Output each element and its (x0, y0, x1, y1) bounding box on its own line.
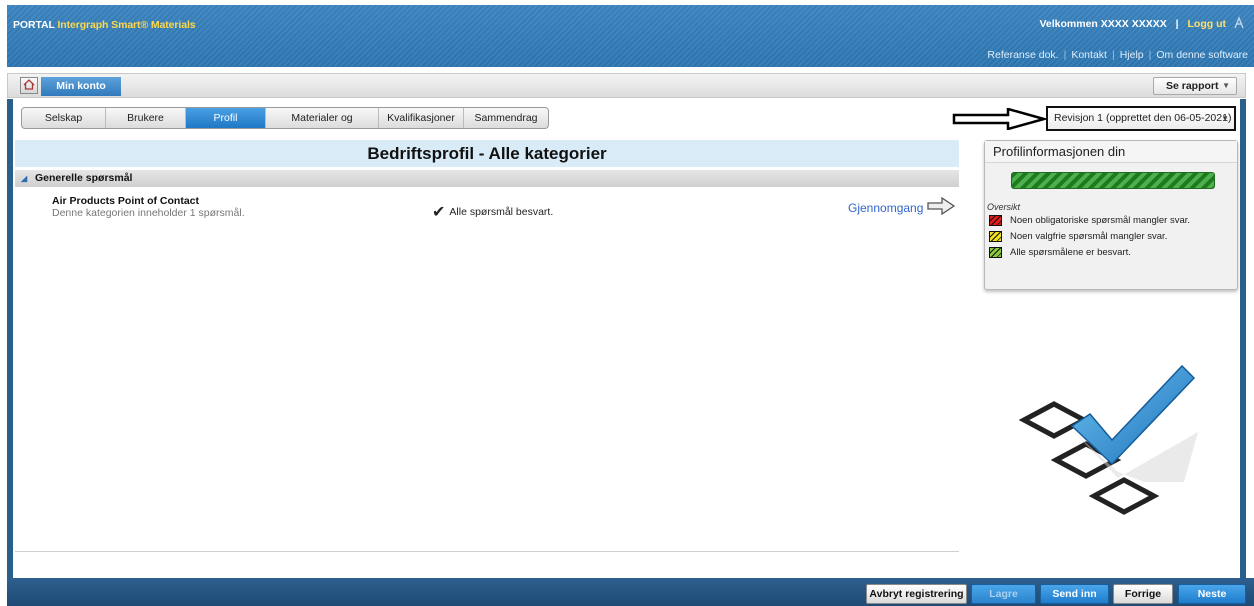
revision-selected: Revisjon 1 (opprettet den 06-05-2021) (1054, 112, 1232, 124)
legend-label: Noen valgfrie spørsmål mangler svar. (1010, 231, 1168, 242)
settings-icon[interactable] (1232, 16, 1246, 30)
link-help[interactable]: Hjelp (1120, 49, 1144, 61)
logout-link[interactable]: Logg ut (1188, 18, 1226, 30)
yellow-status-icon (989, 231, 1002, 242)
account-bar: Min konto Se rapport ▼ (7, 73, 1246, 98)
link-separator: | (1111, 49, 1115, 61)
link-separator: | (1063, 49, 1067, 61)
step-profile[interactable]: Profil (186, 108, 266, 128)
category-title: Air Products Point of Contact (52, 195, 199, 207)
chevron-down-icon: ▼ (1222, 81, 1230, 90)
panel-title: Profilinformasjonen din (985, 141, 1237, 163)
list-item: Air Products Point of Contact Denne kate… (15, 192, 959, 222)
status-text: Alle spørsmål besvart. (449, 206, 554, 218)
collapse-triangle-icon: ◢ (21, 174, 28, 183)
cancel-registration-button[interactable]: Avbryt registrering (866, 584, 967, 604)
link-reference-docs[interactable]: Referanse dok. (987, 49, 1058, 61)
top-header: PORTAL Intergraph Smart® Materials Velko… (7, 5, 1254, 67)
welcome-area: Velkommen XXXX XXXXX | Logg ut (1039, 18, 1226, 30)
step-summary[interactable]: Sammendrag (464, 108, 548, 128)
green-status-icon (989, 247, 1002, 258)
link-about-software[interactable]: Om denne software (1156, 49, 1248, 61)
next-button[interactable]: Neste (1178, 584, 1246, 604)
section-header[interactable]: ◢ Generelle spørsmål (15, 170, 959, 187)
legend-item-all-answered: Alle spørsmålene er besvart. (989, 246, 1131, 259)
revision-select[interactable]: Revisjon 1 (opprettet den 06-05-2021) ▼ (1046, 106, 1236, 131)
see-report-label: Se rapport (1166, 80, 1219, 92)
divider (15, 551, 959, 552)
breadcrumb: Selskap Brukere Profil Materialer og tje… (21, 107, 549, 129)
submit-button[interactable]: Send inn (1040, 584, 1109, 604)
step-users[interactable]: Brukere (106, 108, 186, 128)
previous-button[interactable]: Forrige (1113, 584, 1173, 604)
link-contact[interactable]: Kontakt (1071, 49, 1107, 61)
review-link[interactable]: Gjennomgang (848, 201, 923, 215)
top-links: Referanse dok. | Kontakt | Hjelp | Om denne so… (987, 49, 1248, 61)
profile-progress-bar (1011, 172, 1215, 189)
page-title: Bedriftsprofil - Alle kategorier (15, 140, 959, 167)
brand: PORTAL Intergraph Smart® Materials (13, 19, 196, 31)
category-subtitle: Denne kategorien inneholder 1 spørsmål. (52, 207, 245, 219)
step-materials-services[interactable]: Materialer og tjenester (266, 108, 379, 128)
link-separator: | (1148, 49, 1152, 61)
chevron-down-icon: ▼ (1221, 114, 1229, 123)
tab-my-account[interactable]: Min konto (41, 77, 121, 96)
checklist-icon (1018, 364, 1198, 515)
see-report-button[interactable]: Se rapport ▼ (1153, 77, 1237, 95)
red-status-icon (989, 215, 1002, 226)
save-button[interactable]: Lagre (971, 584, 1036, 604)
section-title: Generelle spørsmål (35, 172, 133, 184)
home-icon[interactable] (20, 77, 38, 94)
brand-product: Intergraph Smart® Materials (57, 19, 196, 31)
welcome-separator: | (1175, 18, 1179, 30)
checkmark-icon: ✔ (432, 204, 446, 221)
legend-label: Alle spørsmålene er besvart. (1010, 247, 1131, 258)
overview-label: Oversikt (987, 202, 1021, 212)
legend-item-missing-required: Noen obligatoriske spørsmål mangler svar… (989, 214, 1190, 227)
category-status: ✔ Alle spørsmål besvart. (432, 200, 554, 221)
step-company[interactable]: Selskap (22, 108, 106, 128)
profile-info-panel: Profilinformasjonen din Oversikt Noen ob… (984, 140, 1238, 290)
arrow-right-outline-icon (952, 108, 1046, 130)
step-qualifications[interactable]: Kvalifikasjoner (379, 108, 464, 128)
legend-label: Noen obligatoriske spørsmål mangler svar… (1010, 215, 1191, 226)
brand-portal: PORTAL (13, 19, 55, 31)
welcome-text: Velkommen XXXX XXXXX (1039, 18, 1167, 30)
legend-item-missing-optional: Noen valgfrie spørsmål mangler svar. (989, 230, 1167, 243)
arrow-right-icon[interactable] (927, 197, 955, 215)
